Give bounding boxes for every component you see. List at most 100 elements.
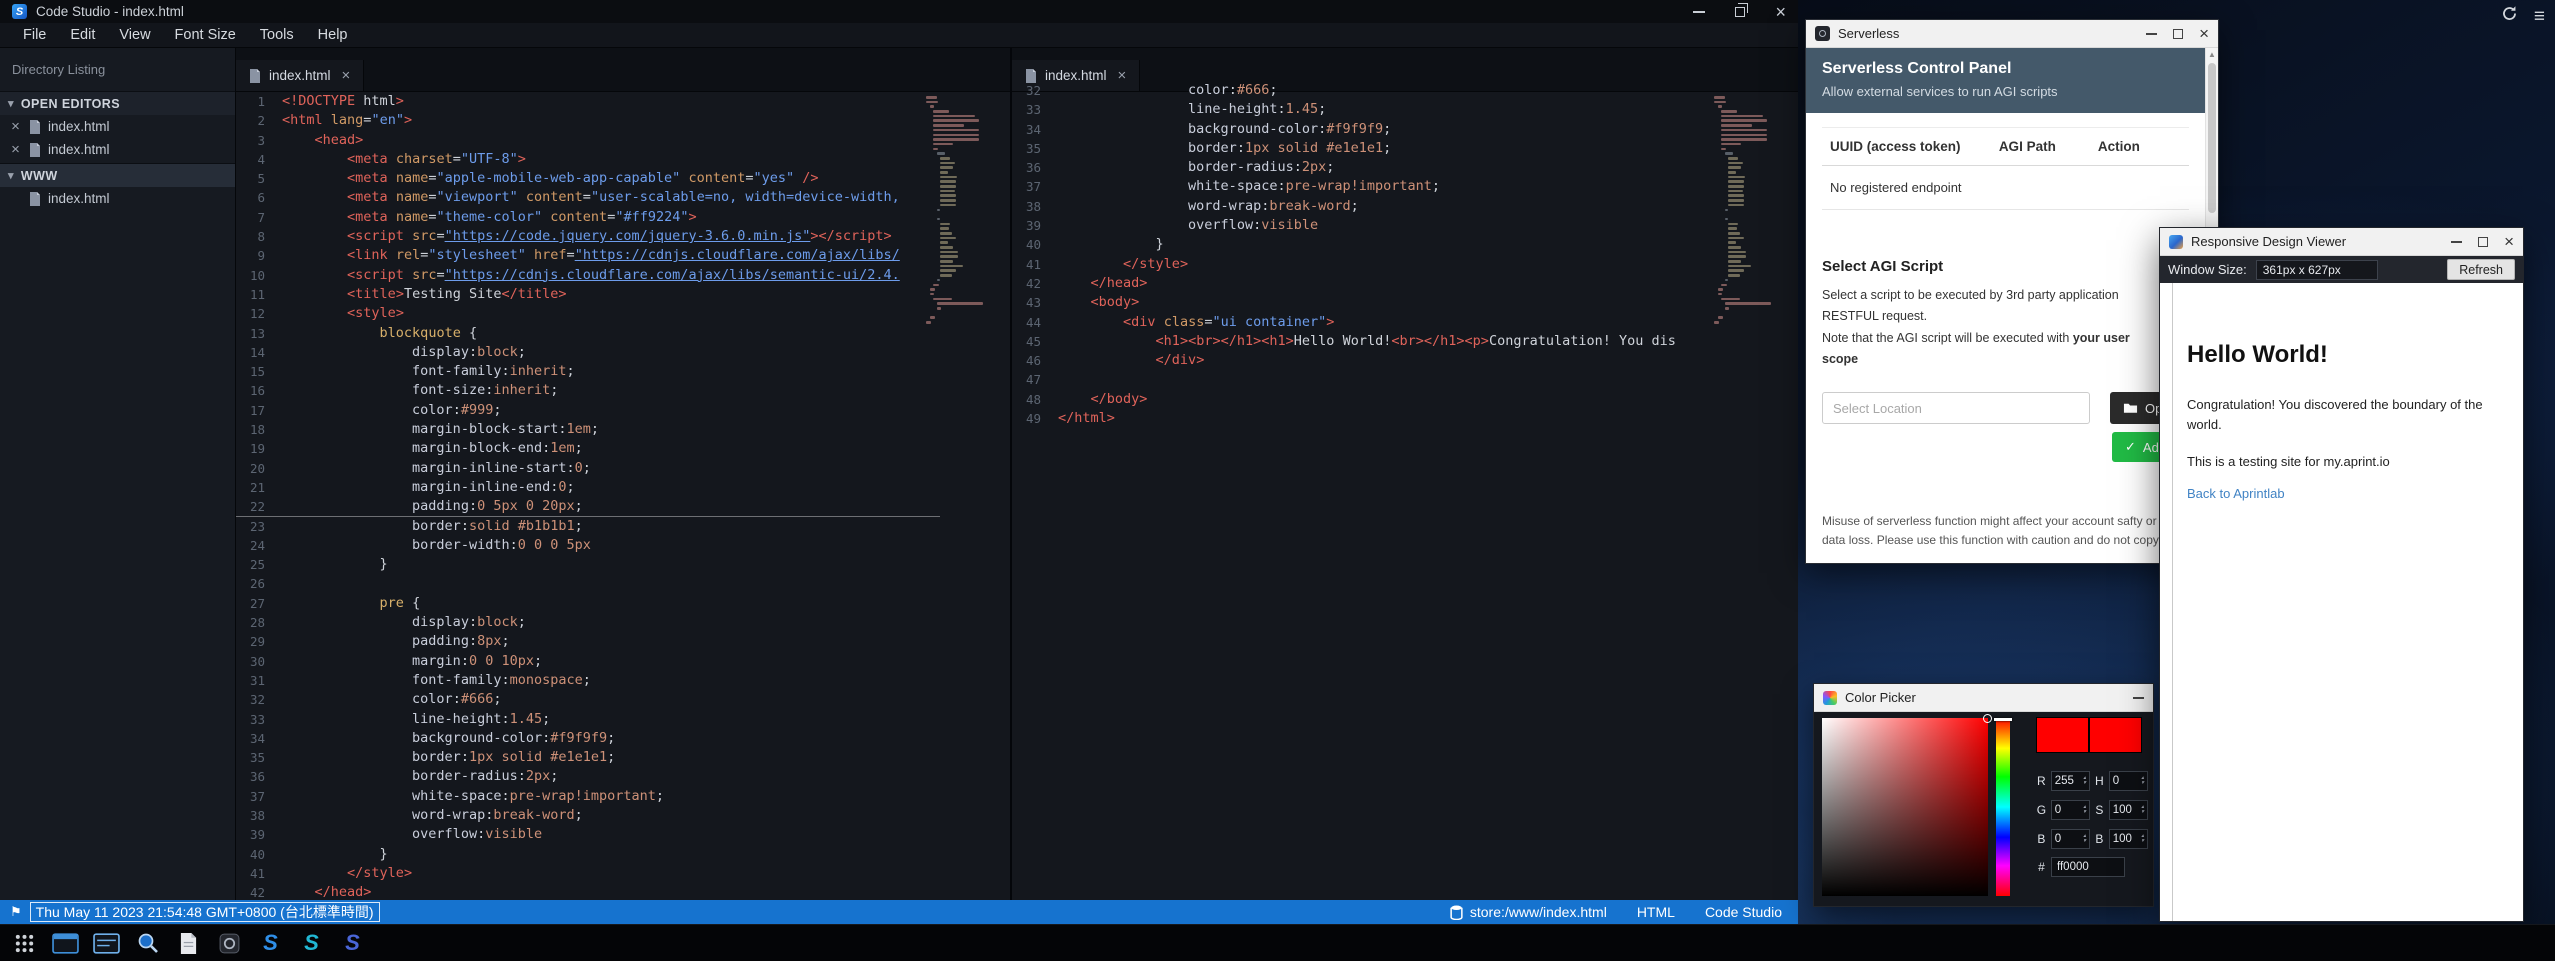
code-line-40[interactable]: 40 } — [1012, 235, 1728, 254]
code-line-28[interactable]: 28 display:block; — [236, 613, 940, 632]
code-line-3[interactable]: 3 <head> — [236, 131, 940, 150]
scrollbar-thumb[interactable] — [2208, 63, 2216, 213]
code-line-39[interactable]: 39 overflow:visible — [236, 825, 940, 844]
code-line-17[interactable]: 17 color:#999; — [236, 401, 940, 420]
code-line-12[interactable]: 12 <style> — [236, 304, 940, 323]
code-line-34[interactable]: 34 background-color:#f9f9f9; — [236, 729, 940, 748]
code-line-4[interactable]: 4 <meta charset="UTF-8"> — [236, 150, 940, 169]
sidebar-item-index.html[interactable]: index.html — [0, 187, 235, 210]
menu-item-edit[interactable]: Edit — [59, 25, 106, 45]
code-line-24[interactable]: 24 border-width:0 0 0 5px — [236, 536, 940, 555]
code-line-16[interactable]: 16 font-size:inherit; — [236, 381, 940, 400]
code-studio-app-icon[interactable]: S — [255, 928, 286, 959]
close-icon[interactable]: × — [2504, 233, 2514, 250]
stepper-icon[interactable]: ▴▾ — [2083, 805, 2086, 814]
code-line-21[interactable]: 21 margin-inline-end:0; — [236, 478, 940, 497]
code-editor-1[interactable]: 1<!DOCTYPE html>2<html lang="en">3 <head… — [236, 92, 940, 900]
code-line-38[interactable]: 38 word-wrap:break-word; — [236, 806, 940, 825]
saturation-cursor[interactable] — [1983, 714, 1992, 723]
hue-slider[interactable] — [1996, 718, 2010, 896]
code-line-27[interactable]: 27 pre { — [236, 594, 940, 613]
stepper-icon[interactable]: ▴▾ — [2083, 834, 2086, 843]
minimize-icon[interactable] — [1693, 11, 1705, 13]
code-studio-app-icon[interactable]: S — [296, 928, 327, 959]
code-line-9[interactable]: 9 <link rel="stylesheet" href="https://c… — [236, 246, 940, 265]
page-left-scrollbar[interactable] — [2172, 283, 2173, 921]
menu-icon[interactable]: ≡ — [2534, 7, 2545, 26]
code-line-8[interactable]: 8 <script src="https://code.jquery.com/j… — [236, 227, 940, 246]
code-line-45[interactable]: 45 <h1><br></h1><h1>Hello World!<br></h1… — [1012, 332, 1728, 351]
r-value-input[interactable]: 255▴▾ — [2051, 771, 2090, 791]
restore-icon[interactable] — [1735, 7, 1745, 17]
refresh-button[interactable]: Refresh — [2447, 259, 2515, 280]
tab-index-html-1[interactable]: index.html × — [236, 60, 364, 91]
code-line-36[interactable]: 36 border-radius:2px; — [236, 767, 940, 786]
code-line-20[interactable]: 20 margin-inline-start:0; — [236, 459, 940, 478]
code-line-44[interactable]: 44 <div class="ui container"> — [1012, 313, 1728, 332]
code-line-47[interactable]: 47 — [1012, 370, 1728, 389]
hue-slider-handle[interactable] — [1994, 718, 2012, 721]
color-picker-title-bar[interactable]: Color Picker — [1814, 684, 2153, 712]
script-location-input[interactable] — [1822, 392, 2090, 424]
minimap-2[interactable] — [1714, 96, 1766, 326]
maximize-icon[interactable] — [2173, 29, 2183, 39]
code-line-30[interactable]: 30 margin:0 0 10px; — [236, 652, 940, 671]
code-line-15[interactable]: 15 font-family:inherit; — [236, 362, 940, 381]
code-line-48[interactable]: 48 </body> — [1012, 390, 1728, 409]
close-icon[interactable]: × — [2199, 25, 2209, 42]
code-line-35[interactable]: 35 border:1px solid #e1e1e1; — [1012, 139, 1728, 158]
code-line-43[interactable]: 43 <body> — [1012, 293, 1728, 312]
sidebar-item-index.html[interactable]: ×index.html — [0, 115, 235, 138]
refresh-icon[interactable] — [2501, 5, 2518, 27]
window-app-icon[interactable] — [91, 928, 122, 959]
code-line-7[interactable]: 7 <meta name="theme-color" content="#ff9… — [236, 208, 940, 227]
code-line-39[interactable]: 39 overflow:visible — [1012, 216, 1728, 235]
code-line-33[interactable]: 33 line-height:1.45; — [236, 710, 940, 729]
close-tab-icon[interactable]: × — [342, 68, 351, 83]
app-launcher-icon[interactable] — [9, 928, 40, 959]
minimize-icon[interactable] — [2133, 697, 2144, 699]
sidebar-item-index.html[interactable]: ×index.html — [0, 138, 235, 161]
code-line-26[interactable]: 26 — [236, 574, 940, 593]
code-line-40[interactable]: 40 } — [236, 845, 940, 864]
g-value-input[interactable]: 0▴▾ — [2051, 800, 2090, 820]
sidebar-section-www[interactable]: ▾WWW — [0, 163, 235, 187]
code-line-38[interactable]: 38 word-wrap:break-word; — [1012, 197, 1728, 216]
maximize-icon[interactable] — [2478, 237, 2488, 247]
stepper-icon[interactable]: ▴▾ — [2141, 776, 2144, 785]
code-line-34[interactable]: 34 background-color:#f9f9f9; — [1012, 120, 1728, 139]
code-line-41[interactable]: 41 </style> — [236, 864, 940, 883]
b-value-input[interactable]: 0▴▾ — [2051, 829, 2090, 849]
menu-item-help[interactable]: Help — [307, 25, 359, 45]
menu-item-font-size[interactable]: Font Size — [164, 25, 247, 45]
code-line-10[interactable]: 10 <script src="https://cdnjs.cloudflare… — [236, 266, 940, 285]
code-line-42[interactable]: 42 </head> — [236, 883, 940, 900]
code-line-25[interactable]: 25 } — [236, 555, 940, 574]
minimap-1[interactable] — [926, 96, 978, 326]
minimize-icon[interactable] — [2146, 33, 2157, 35]
close-icon[interactable]: × — [1775, 3, 1786, 21]
code-line-6[interactable]: 6 <meta name="viewport" content="user-sc… — [236, 188, 940, 207]
close-icon[interactable]: × — [9, 142, 22, 157]
code-line-11[interactable]: 11 <title>Testing Site</title> — [236, 285, 940, 304]
search-app-icon[interactable] — [132, 928, 163, 959]
code-line-18[interactable]: 18 margin-block-start:1em; — [236, 420, 940, 439]
window-app-icon[interactable] — [50, 928, 81, 959]
code-editor-2[interactable]: 32 color:#666;33 line-height:1.45;34 bac… — [1012, 81, 1728, 900]
document-app-icon[interactable] — [173, 928, 204, 959]
code-line-29[interactable]: 29 padding:8px; — [236, 632, 940, 651]
window-size-input[interactable] — [2256, 260, 2378, 280]
code-line-13[interactable]: 13 blockquote { — [236, 324, 940, 343]
hex-value-input[interactable]: ff0000 — [2051, 857, 2125, 877]
saturation-field[interactable] — [1822, 718, 1988, 896]
code-line-41[interactable]: 41 </style> — [1012, 255, 1728, 274]
stepper-icon[interactable]: ▴▾ — [2141, 834, 2144, 843]
stepper-icon[interactable]: ▴▾ — [2083, 776, 2086, 785]
h-value-input[interactable]: 0▴▾ — [2109, 771, 2148, 791]
code-line-5[interactable]: 5 <meta name="apple-mobile-web-app-capab… — [236, 169, 940, 188]
code-line-23[interactable]: 23 border:solid #b1b1b1; — [236, 517, 940, 536]
scroll-up-icon[interactable]: ▲ — [2206, 48, 2218, 61]
code-line-32[interactable]: 32 color:#666; — [236, 690, 940, 709]
back-to-aprintlab-link[interactable]: Back to Aprintlab — [2187, 486, 2285, 501]
code-line-37[interactable]: 37 white-space:pre-wrap!important; — [236, 787, 940, 806]
